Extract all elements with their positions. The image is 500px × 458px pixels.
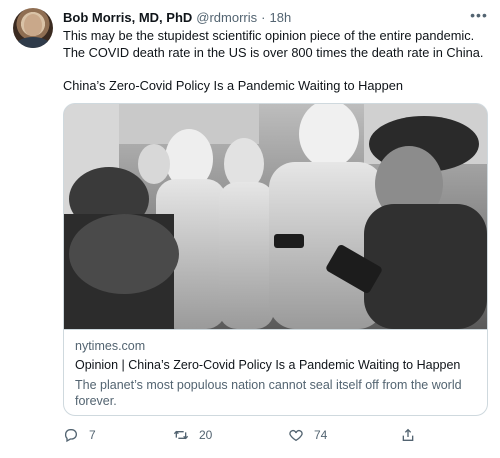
card-meta: nytimes.com Opinion | China’s Zero-Covid… [64, 329, 487, 415]
retweet-button[interactable]: 20 [173, 424, 212, 446]
more-icon[interactable]: ••• [468, 6, 490, 24]
reply-button[interactable]: 7 [63, 424, 96, 446]
reply-count: 7 [89, 428, 96, 442]
avatar[interactable] [13, 8, 53, 48]
tweet-text: This may be the stupidest scientific opi… [63, 28, 488, 94]
article-photo [64, 104, 487, 329]
like-button[interactable]: 74 [288, 424, 327, 446]
card-title[interactable]: Opinion | China’s Zero-Covid Policy Is a… [75, 358, 460, 372]
link-card[interactable]: nytimes.com Opinion | China’s Zero-Covid… [63, 103, 488, 416]
tweet-actions: 7 20 74 [63, 424, 488, 446]
tweet-header: Bob Morris, MD, PhD @rdmorris · 18h [63, 8, 291, 26]
author-name[interactable]: Bob Morris, MD, PhD [63, 10, 192, 25]
separator-dot: · [261, 9, 266, 25]
share-icon [402, 428, 414, 441]
like-count: 74 [314, 428, 328, 442]
tweet[interactable]: Bob Morris, MD, PhD @rdmorris · 18h ••• … [0, 0, 500, 458]
avatar-shoulders [16, 37, 50, 48]
card-domain: nytimes.com [75, 339, 146, 353]
retweet-icon [173, 430, 189, 440]
retweet-count: 20 [199, 428, 213, 442]
card-description: The planet’s most populous nation cannot… [75, 378, 462, 408]
timestamp[interactable]: 18h [270, 10, 292, 25]
tweet-line: This may be the stupidest scientific opi… [63, 28, 475, 43]
reply-icon [64, 429, 77, 443]
avatar-head [24, 14, 42, 36]
tweet-line: China’s Zero-Covid Policy Is a Pandemic … [63, 77, 403, 93]
author-handle[interactable]: @rdmorris [196, 10, 257, 25]
like-icon [289, 429, 303, 442]
share-button[interactable] [400, 424, 416, 446]
tweet-line: The COVID death rate in the US is over 8… [63, 44, 484, 60]
